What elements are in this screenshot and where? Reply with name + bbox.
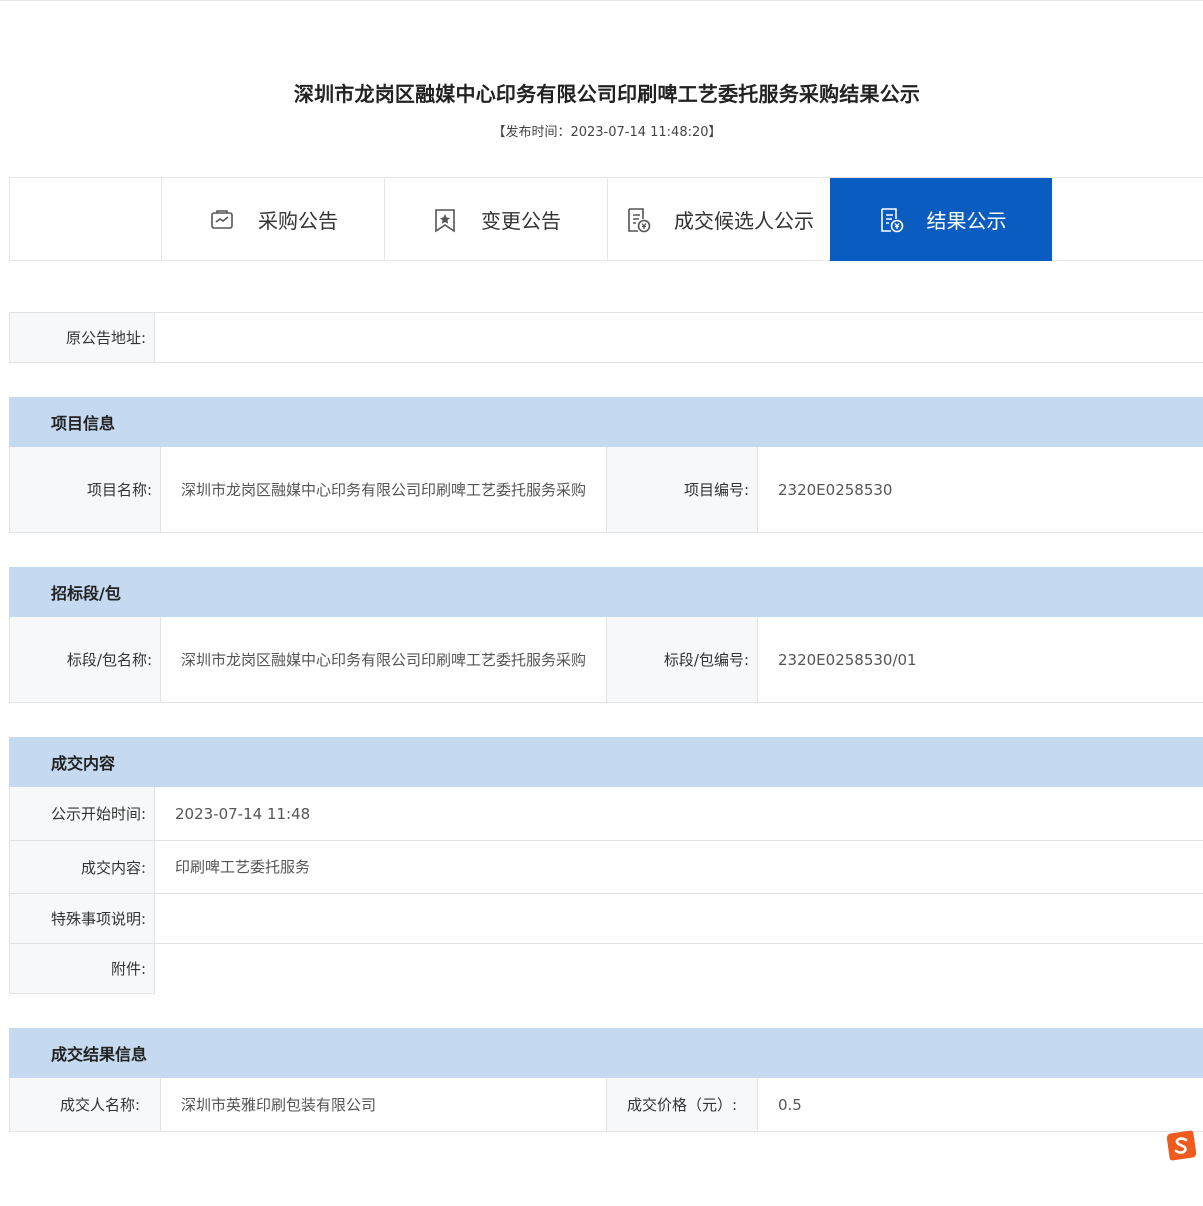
deal-result-row: 成交人名称: 深圳市英雅印刷包装有限公司 成交价格（元）: 0.5 <box>9 1078 1203 1132</box>
project-info-row: 项目名称: 深圳市龙岗区融媒中心印务有限公司印刷啤工艺委托服务采购 项目编号: … <box>9 447 1203 533</box>
tab-label: 成交候选人公示 <box>674 209 814 233</box>
page-title: 深圳市龙岗区融媒中心印务有限公司印刷啤工艺委托服务采购结果公示 <box>293 82 921 106</box>
original-notice-label: 原公告地址: <box>10 313 155 362</box>
input-method-icon[interactable] <box>1166 1130 1197 1161</box>
winner-label: 成交人名称: <box>10 1078 161 1131</box>
project-code-label: 项目编号: <box>607 447 758 532</box>
deal-content-row: 成交内容: 印刷啤工艺委托服务 <box>9 841 1203 894</box>
tab-change-notice[interactable]: 变更公告 <box>384 178 607 261</box>
result-yuan-icon <box>877 206 905 234</box>
procurement-notice-icon <box>208 206 236 234</box>
package-code-value: 2320E0258530/01 <box>778 650 917 669</box>
package-name-value: 深圳市龙岗区融媒中心印务有限公司印刷啤工艺委托服务采购 <box>161 617 607 702</box>
document-yuan-icon <box>624 206 652 234</box>
attachment-label: 附件: <box>10 944 155 994</box>
tab-candidate-notice[interactable]: 成交候选人公示 <box>607 178 830 261</box>
package-name-label: 标段/包名称: <box>10 617 161 702</box>
bookmark-star-icon <box>431 206 459 234</box>
original-notice-link[interactable] <box>155 313 1203 362</box>
tab-label: 变更公告 <box>481 209 561 233</box>
attachment-value[interactable] <box>155 944 1203 994</box>
deal-content-value: 印刷啤工艺委托服务 <box>175 858 311 876</box>
tab-procurement-notice[interactable]: 采购公告 <box>161 178 384 261</box>
price-value: 0.5 <box>778 1095 802 1114</box>
section-deal-content: 成交内容 <box>9 737 1203 787</box>
project-code-value: 2320E0258530 <box>778 480 893 499</box>
attachment-row: 附件: <box>9 944 1203 994</box>
section-project-info: 项目信息 <box>9 397 1203 447</box>
tab-label: 采购公告 <box>258 209 338 233</box>
top-divider <box>0 0 1203 1</box>
deal-content-label: 成交内容: <box>10 841 155 893</box>
special-notes-label: 特殊事项说明: <box>10 894 155 943</box>
deal-start-row: 公示开始时间: 2023-07-14 11:48 <box>9 787 1203 841</box>
price-label: 成交价格（元）: <box>607 1078 758 1131</box>
special-notes-row: 特殊事项说明: <box>9 894 1203 944</box>
package-code-label: 标段/包编号: <box>607 617 758 702</box>
publish-time: 【发布时间：2023-07-14 11:48:20】 <box>492 125 722 140</box>
project-name-label: 项目名称: <box>10 447 161 532</box>
tab-label: 结果公示 <box>926 209 1007 233</box>
deal-start-value: 2023-07-14 11:48 <box>175 804 311 823</box>
tab-result-notice[interactable]: 结果公示 <box>830 178 1052 261</box>
notice-tabs: 采购公告 变更公告 成交候选人公示 结果公示 <box>9 177 1203 261</box>
project-name-value: 深圳市龙岗区融媒中心印务有限公司印刷啤工艺委托服务采购 <box>161 447 607 532</box>
original-notice-row: 原公告地址: <box>9 312 1203 363</box>
package-row: 标段/包名称: 深圳市龙岗区融媒中心印务有限公司印刷啤工艺委托服务采购 标段/包… <box>9 617 1203 703</box>
special-notes-value <box>155 894 1203 943</box>
deal-start-label: 公示开始时间: <box>10 787 155 840</box>
section-package: 招标段/包 <box>9 567 1203 617</box>
winner-value: 深圳市英雅印刷包装有限公司 <box>161 1078 607 1131</box>
section-deal-result: 成交结果信息 <box>9 1028 1203 1078</box>
